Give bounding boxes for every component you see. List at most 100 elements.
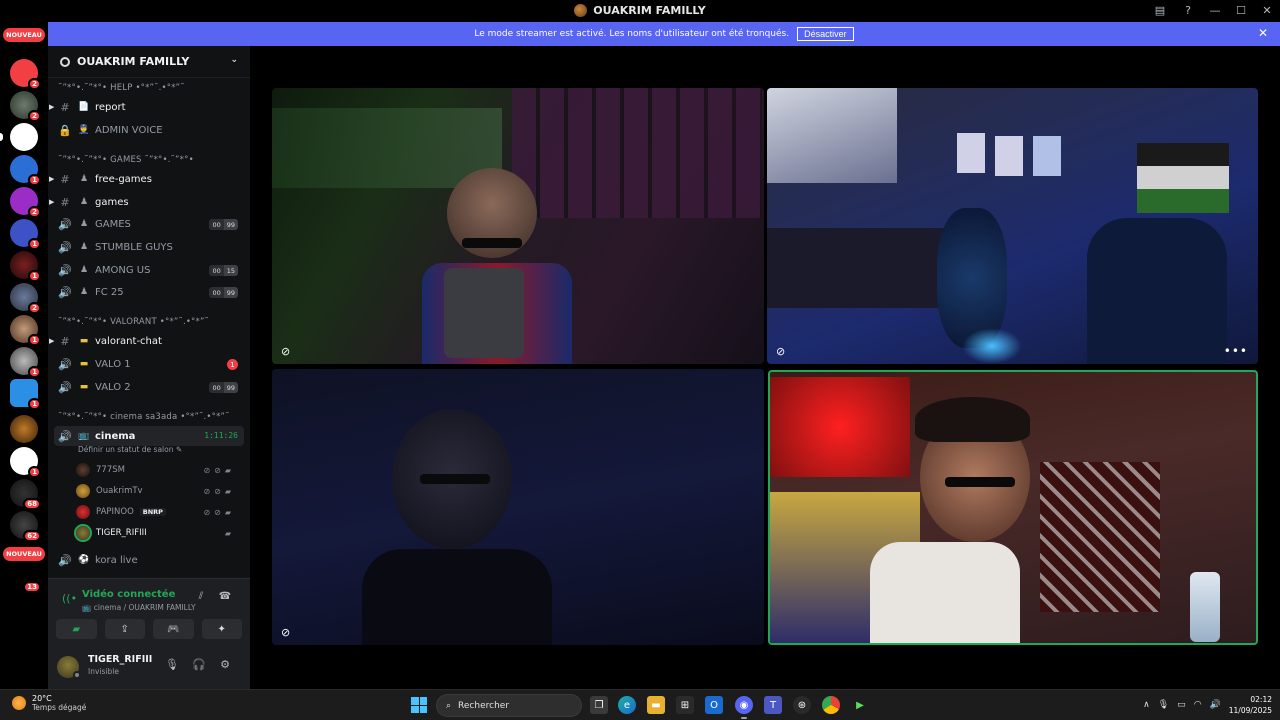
voice-user[interactable]: OuakrimTv ⊘ ⊘ ▰ — [76, 481, 241, 501]
server-item[interactable] — [10, 415, 38, 443]
title-bar: OUAKRIM FAMILLY ▤ ? — ☐ ✕ — [0, 0, 1280, 21]
mention-badge: 1 — [28, 334, 41, 346]
hashtag-icon: # — [60, 172, 70, 186]
video-tile-speaking[interactable] — [768, 370, 1258, 645]
voice-status[interactable]: Vidéo connectée — [82, 589, 175, 600]
server-item[interactable]: 1 — [10, 155, 41, 186]
file-explorer-icon[interactable]: ▬ — [647, 696, 665, 714]
wifi-icon[interactable]: ◠ — [1194, 700, 1202, 710]
network-icon[interactable]: ▭ — [1177, 700, 1186, 710]
avatar — [76, 526, 90, 540]
windows-start-icon[interactable] — [411, 697, 427, 713]
headphones-icon[interactable]: 🎧 — [191, 658, 207, 671]
voice-channel-games[interactable]: 🔊 ♟ GAMES 00 99 — [54, 214, 244, 234]
voice-location[interactable]: 📺 cinema / OUAKRIM FAMILLY — [82, 603, 196, 612]
help-icon[interactable]: ? — [1174, 0, 1202, 21]
taskbar-search[interactable]: ⌕ Rechercher — [436, 694, 582, 717]
chevron-up-icon[interactable]: ∧ — [1143, 700, 1150, 710]
voice-channel-stumble-guys[interactable]: 🔊 ♟ STUMBLE GUYS — [54, 237, 244, 257]
microphone-tray-icon[interactable]: 🎙 — [1158, 700, 1169, 710]
camera-button[interactable]: ▰ — [56, 619, 97, 639]
voice-channel-valo1[interactable]: 🔊 ▬ VALO 1 1 — [54, 354, 244, 374]
disable-streamer-mode-button[interactable]: Désactiver — [797, 27, 854, 41]
server-item[interactable]: 1 — [10, 379, 41, 410]
server-friends[interactable]: 2 — [10, 59, 41, 90]
voice-user-name: OuakrimTv — [96, 486, 143, 496]
mention-badge: 2 — [28, 110, 41, 122]
teams-icon[interactable]: T — [764, 696, 782, 714]
media-player-icon[interactable]: ▶ — [851, 696, 869, 714]
video-tile[interactable]: ⊘ — [272, 88, 764, 364]
edge-icon[interactable]: e — [618, 696, 636, 714]
outlook-icon[interactable]: O — [705, 696, 723, 714]
set-channel-status[interactable]: Définir un statut de salon ✎ — [78, 445, 182, 454]
voice-channel-among-us[interactable]: 🔊 ♟ AMONG US 00 15 — [54, 260, 244, 280]
voice-user[interactable]: 777SM ⊘ ⊘ ▰ — [76, 460, 241, 480]
channel-valorant-chat[interactable]: ▶ # ▬ valorant-chat — [49, 331, 244, 351]
channel-free-games[interactable]: ▶ # ♟ free-games — [49, 169, 244, 189]
channel-games[interactable]: ▶ # ♟ games — [49, 192, 244, 212]
deafened-icon: ⊘ — [214, 465, 221, 475]
server-item[interactable]: 68 — [10, 479, 41, 510]
task-view-icon[interactable]: ❐ — [590, 696, 608, 714]
avatar — [76, 484, 90, 498]
mic-muted-icon: ⊘ — [776, 345, 786, 358]
channel-admin-voice[interactable]: 🔒 👮 ADMIN VOICE — [54, 120, 244, 140]
more-options-icon[interactable]: ••• — [1224, 344, 1248, 358]
voice-channel-kora-live[interactable]: 🔊 ⚽ kora live — [54, 550, 244, 570]
discord-icon[interactable]: ◉ — [735, 696, 753, 719]
microphone-icon[interactable]: 🎙 — [164, 658, 180, 671]
server-item[interactable]: 1 — [10, 347, 41, 378]
gear-icon[interactable]: ⚙ — [217, 658, 233, 671]
signal-icon[interactable]: ((• — [62, 592, 77, 605]
voice-channel-fc25[interactable]: 🔊 ♟ FC 25 00 99 — [54, 282, 244, 302]
app-icon[interactable]: ⊛ — [793, 696, 811, 714]
guild-header[interactable]: OUAKRIM FAMILLY ⌄ — [48, 46, 250, 78]
store-icon[interactable]: ⊞ — [676, 696, 694, 714]
new-badge: NOUVEAU — [3, 28, 45, 42]
user-count: 00 — [209, 287, 224, 298]
server-item[interactable]: 1 — [10, 219, 41, 250]
category-cinema[interactable]: ˜”*°•.˜”*°• cinema sa3ada •°*”˜.•°*”˜ — [58, 412, 230, 422]
server-item[interactable]: 2 — [10, 283, 41, 314]
voice-user-self[interactable]: TIGER_RIFIII ▰ — [76, 523, 241, 543]
username[interactable]: TIGER_RIFIII — [88, 654, 152, 665]
video-tile[interactable]: ⊘ ••• — [767, 88, 1258, 364]
voice-user[interactable]: PAPINOO BNRP ⊘ ⊘ ▰ — [76, 502, 241, 522]
mic-muted-icon: ⊘ — [203, 486, 211, 496]
disconnect-icon[interactable]: ☎ — [216, 591, 234, 602]
close-window-button[interactable]: ✕ — [1254, 0, 1280, 21]
inbox-icon[interactable]: ▤ — [1146, 0, 1174, 21]
server-item[interactable]: 2 — [10, 91, 41, 122]
deafened-icon: ⊘ — [214, 507, 221, 517]
weather-widget[interactable]: 20°C Temps dégagé — [12, 694, 86, 712]
server-item[interactable]: 1 — [10, 447, 41, 478]
speaker-icon: 🔊 — [58, 263, 72, 277]
minimize-button[interactable]: — — [1202, 0, 1228, 21]
close-banner-icon[interactable]: ✕ — [1258, 26, 1268, 40]
activity-button[interactable]: 🎮 — [153, 619, 194, 639]
server-item[interactable]: 62 — [10, 511, 41, 542]
server-item[interactable]: 1 — [10, 251, 41, 282]
speaker-icon: 🔊 — [58, 429, 72, 443]
server-item[interactable] — [0, 123, 38, 151]
voice-user-state: ⊘ ⊘ ▰ — [203, 508, 231, 517]
maximize-button[interactable]: ☐ — [1228, 0, 1254, 21]
voice-channel-cinema[interactable]: 🔊 📺 cinema 1:11:26 — [54, 426, 244, 446]
channel-report[interactable]: ▶ # 📄 report — [49, 97, 244, 117]
noise-suppression-icon[interactable]: ⫽ — [192, 591, 210, 602]
voice-channel-valo2[interactable]: 🔊 ▬ VALO 2 00 99 — [54, 377, 244, 397]
chrome-icon[interactable] — [822, 696, 840, 714]
server-item[interactable]: 1 — [10, 315, 41, 346]
clock[interactable]: 02:12 11/09/2025 — [1229, 694, 1272, 716]
category-games[interactable]: ˜”*°•.˜”*°• GAMES ˜”*°•.˜”*°• — [58, 155, 194, 165]
volume-icon[interactable]: 🔊 — [1210, 700, 1221, 710]
category-valorant[interactable]: ˜”*°•.˜”*°• VALORANT •°*”˜.•°*”˜ — [58, 317, 209, 327]
server-item[interactable]: 13 — [10, 551, 41, 593]
video-tile[interactable]: ⊘ — [272, 369, 764, 645]
screen-share-button[interactable]: ⇪ — [104, 619, 145, 639]
chevron-down-icon[interactable]: ⌄ — [230, 55, 238, 65]
soundboard-button[interactable]: ✦ — [201, 619, 242, 639]
category-help[interactable]: ˜”*°•.˜”*°• HELP •°*”˜.•°*”˜ — [58, 83, 185, 93]
server-item[interactable]: 2 — [10, 187, 41, 218]
